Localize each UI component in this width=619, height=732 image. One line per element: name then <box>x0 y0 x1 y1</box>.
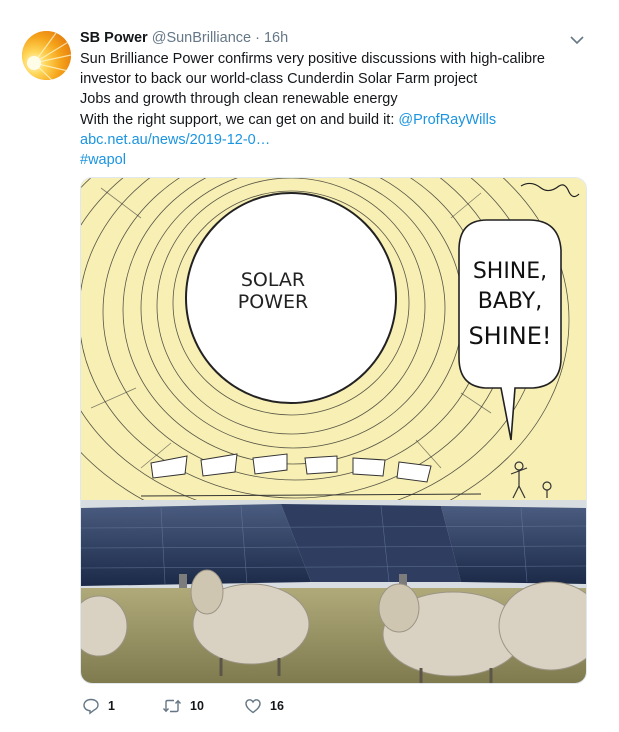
tweet-header: SB Power @SunBrilliance · 16h <box>80 29 288 48</box>
author-handle[interactable]: @SunBrilliance <box>152 30 251 46</box>
sun-label-1: SOLAR <box>241 269 305 291</box>
bubble-text-2: BABY, <box>478 289 542 314</box>
tweet-line-support: With the right support, we can get on an… <box>80 110 595 130</box>
separator-dot: · <box>255 30 260 46</box>
bubble-text-3: SHINE! <box>468 322 551 350</box>
support-text: With the right support, we can get on an… <box>80 111 399 128</box>
reply-count: 1 <box>108 699 115 713</box>
chevron-down-icon[interactable] <box>568 33 586 47</box>
like-count: 16 <box>270 699 284 713</box>
article-link[interactable]: abc.net.au/news/2019-12-0… <box>80 132 270 148</box>
tweet-line: investor to back our world-class Cunderd… <box>80 71 478 88</box>
like-icon <box>245 699 261 714</box>
tweet-line: Jobs and growth through clean renewable … <box>80 91 398 108</box>
tweet-text: Sun Brilliance Power confirms very posit… <box>80 49 595 170</box>
mention-link[interactable]: @ProfRayWills <box>398 112 496 128</box>
reply-button[interactable]: 1 <box>82 697 115 715</box>
avatar[interactable] <box>22 31 71 80</box>
retweet-button[interactable]: 10 <box>162 697 204 715</box>
cartoon-image: SOLAR POWER SHINE, BABY, SHINE! <box>81 178 586 683</box>
timestamp[interactable]: 16h <box>264 30 288 46</box>
hashtag-link[interactable]: #wapol <box>80 152 126 168</box>
tweet-image[interactable]: SOLAR POWER SHINE, BABY, SHINE! <box>80 177 587 684</box>
sun-label-2: POWER <box>238 291 308 313</box>
author-name[interactable]: SB Power <box>80 30 148 46</box>
retweet-count: 10 <box>190 699 204 713</box>
retweet-icon <box>162 699 182 713</box>
tweet-line: Sun Brilliance Power confirms very posit… <box>80 51 545 67</box>
reply-icon <box>83 698 99 715</box>
like-button[interactable]: 16 <box>244 697 284 715</box>
bubble-text-1: SHINE, <box>473 259 547 284</box>
avatar-sun-icon <box>22 31 71 80</box>
